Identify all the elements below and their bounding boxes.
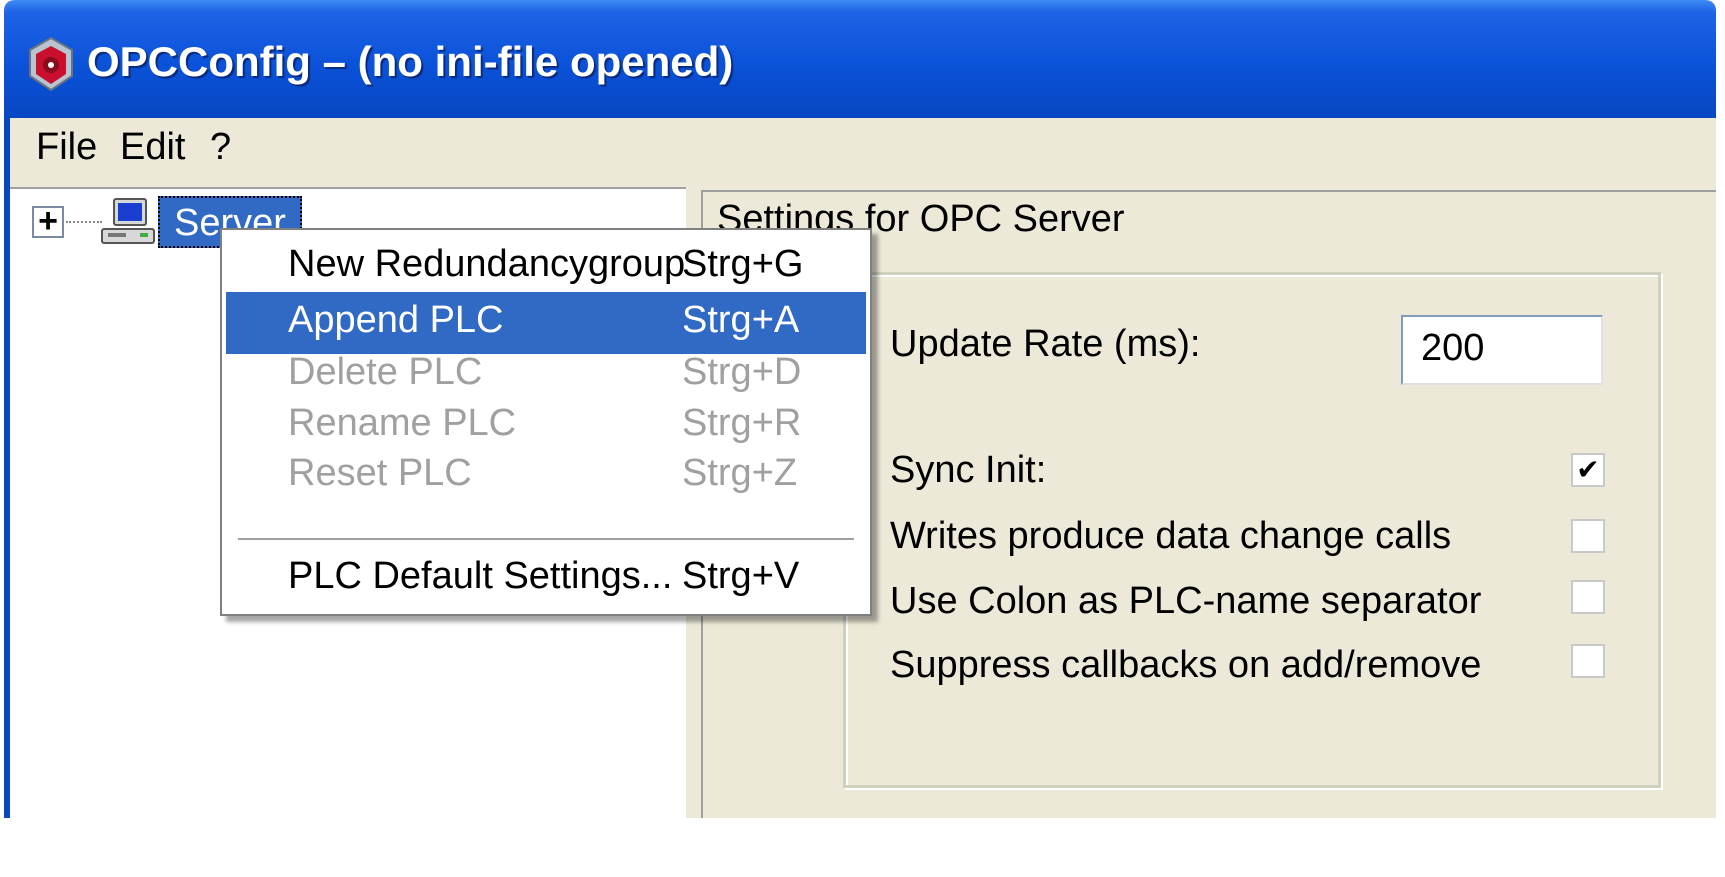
- opcconfig-window: OPCConfig – (no ini-file opened) File Ed…: [4, 0, 1716, 818]
- colon-separator-checkbox[interactable]: [1571, 580, 1605, 614]
- sync-init-label: Sync Init:: [890, 449, 1047, 491]
- checkmark-icon: ✔: [1576, 454, 1600, 485]
- menu-help[interactable]: ?: [210, 126, 231, 169]
- opcconfig-app-icon: [29, 36, 73, 92]
- window-title: OPCConfig – (no ini-file opened): [87, 38, 734, 85]
- title-bar[interactable]: OPCConfig – (no ini-file opened): [4, 0, 1716, 118]
- colon-separator-label: Use Colon as PLC-name separator: [890, 580, 1482, 622]
- expand-icon[interactable]: +: [32, 204, 64, 238]
- computer-icon: [101, 198, 155, 244]
- suppress-callbacks-checkbox[interactable]: [1571, 644, 1605, 678]
- menu-item-new-redundancygroup[interactable]: New Redundancygroup Strg+G: [226, 236, 866, 298]
- menu-bar: File Edit ?: [10, 118, 1716, 178]
- menu-item-reset-plc: Reset PLC Strg+Z: [226, 445, 866, 507]
- menu-item-label: PLC Default Settings...: [288, 555, 673, 597]
- suppress-callbacks-label: Suppress callbacks on add/remove: [890, 644, 1482, 686]
- menu-item-label: Append PLC: [288, 299, 504, 341]
- sync-init-checkbox[interactable]: ✔: [1571, 453, 1605, 487]
- writes-data-change-label: Writes produce data change calls: [890, 515, 1452, 557]
- update-rate-input[interactable]: 200: [1401, 315, 1603, 385]
- menu-item-shortcut: Strg+G: [682, 243, 804, 285]
- writes-data-change-checkbox[interactable]: [1571, 519, 1605, 553]
- menu-item-shortcut: Strg+R: [682, 402, 802, 444]
- menu-item-shortcut: Strg+V: [682, 555, 800, 597]
- menu-item-shortcut: Strg+D: [682, 351, 802, 393]
- menu-edit[interactable]: Edit: [120, 126, 185, 169]
- menu-item-label: Delete PLC: [288, 351, 483, 393]
- menu-item-plc-default-settings[interactable]: PLC Default Settings... Strg+V: [226, 548, 866, 610]
- menu-item-shortcut: Strg+A: [682, 299, 800, 341]
- menu-item-label: Reset PLC: [288, 452, 472, 494]
- context-menu: New Redundancygroup Strg+G Append PLC St…: [220, 228, 872, 616]
- tree-connector: [66, 221, 102, 223]
- menu-file[interactable]: File: [36, 126, 97, 169]
- menu-item-shortcut: Strg+Z: [682, 452, 798, 494]
- update-rate-label: Update Rate (ms):: [890, 323, 1201, 365]
- settings-groupbox: Update Rate (ms): 200 Sync Init: ✔ Write…: [843, 272, 1661, 788]
- menu-item-label: New Redundancygroup: [288, 243, 686, 285]
- menu-item-label: Rename PLC: [288, 402, 517, 444]
- menu-separator: [238, 538, 854, 541]
